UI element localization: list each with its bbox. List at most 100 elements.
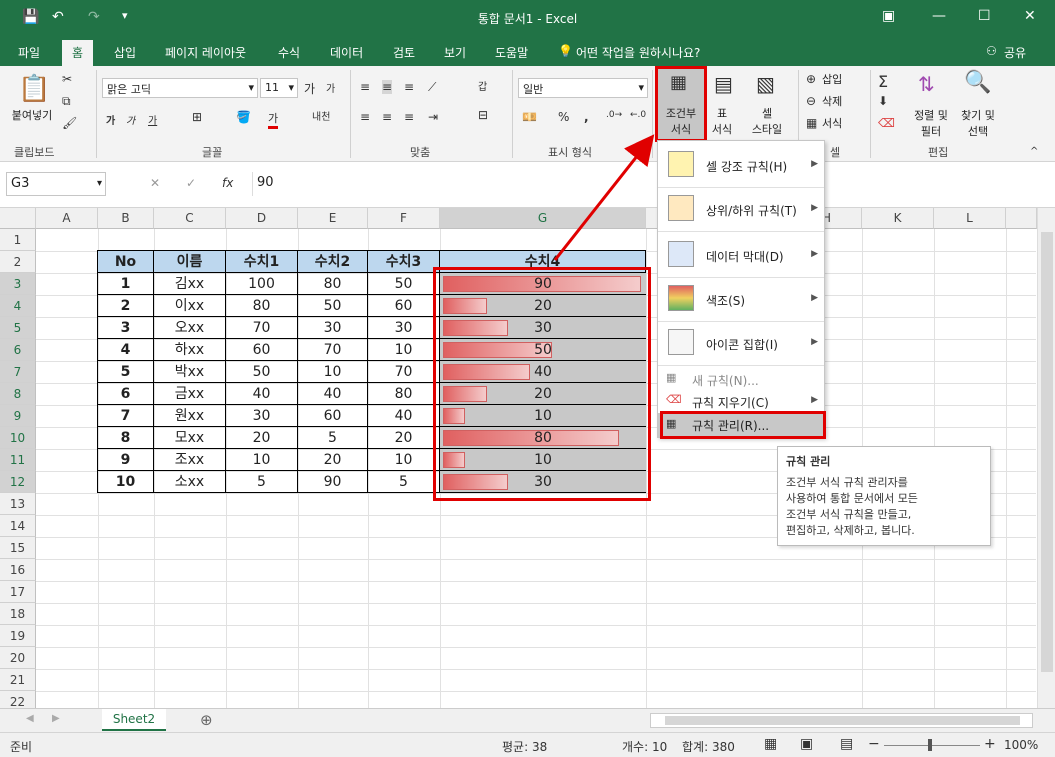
column-header[interactable]: K xyxy=(862,208,934,229)
row-header[interactable]: 17 xyxy=(0,581,36,603)
table-cell[interactable]: 40 xyxy=(225,382,298,405)
tab-review[interactable]: 검토 xyxy=(393,44,415,61)
column-header[interactable]: E xyxy=(298,208,368,229)
format-painter-icon[interactable]: 🖌 xyxy=(62,116,77,130)
delete-cells-button[interactable]: 삭제 xyxy=(822,94,842,109)
column-header[interactable] xyxy=(1006,208,1037,229)
page-break-view-icon[interactable]: ▤ xyxy=(840,736,853,752)
row-header[interactable]: 14 xyxy=(0,515,36,537)
tab-view[interactable]: 보기 xyxy=(444,44,466,61)
table-header-cell[interactable]: No xyxy=(97,250,154,273)
table-cell[interactable]: 50 xyxy=(367,272,440,295)
row-header[interactable]: 21 xyxy=(0,669,36,691)
borders-icon[interactable]: ⊞ xyxy=(192,110,202,124)
table-cell[interactable]: 10 xyxy=(367,448,440,471)
zoom-out-button[interactable]: − xyxy=(868,736,880,752)
table-header-cell[interactable]: 수치3 xyxy=(367,250,440,273)
phonetic-icon[interactable]: 내천 xyxy=(312,108,330,123)
table-header-cell[interactable]: 수치2 xyxy=(297,250,368,273)
paste-icon[interactable]: 📋 xyxy=(18,74,50,104)
row-header[interactable]: 7 xyxy=(0,361,36,383)
row-header[interactable]: 15 xyxy=(0,537,36,559)
delete-cells-icon[interactable]: ⊖ xyxy=(806,94,816,108)
table-cell[interactable]: 40 xyxy=(367,404,440,427)
column-header[interactable]: L xyxy=(934,208,1006,229)
row-header[interactable]: 19 xyxy=(0,625,36,647)
page-layout-view-icon[interactable]: ▣ xyxy=(800,736,813,752)
fill-color-icon[interactable]: 🪣 xyxy=(236,110,251,124)
align-right-icon[interactable]: ≡ xyxy=(404,110,414,124)
table-cell[interactable]: 1 xyxy=(97,272,154,295)
tab-formulas[interactable]: 수식 xyxy=(278,44,300,61)
table-cell[interactable]: 박xx xyxy=(153,360,226,383)
column-header[interactable]: A xyxy=(36,208,98,229)
ribbon-display-icon[interactable]: ▣ xyxy=(882,8,895,24)
table-cell[interactable]: 20 xyxy=(297,448,368,471)
cell-styles-icon[interactable]: ▧ xyxy=(756,72,775,96)
name-box[interactable]: G3 ▾ xyxy=(6,172,106,196)
clear-icon[interactable]: ⌫ xyxy=(878,116,895,130)
decrease-decimal-icon[interactable]: ←.0 xyxy=(630,110,646,120)
font-color-button[interactable]: 가 xyxy=(268,110,279,129)
align-top-icon[interactable]: ≡ xyxy=(360,80,370,94)
row-header[interactable]: 22 xyxy=(0,691,36,708)
tell-me-box[interactable]: 어떤 작업을 원하시나요? xyxy=(576,44,700,61)
tab-help[interactable]: 도움말 xyxy=(495,44,528,61)
row-header[interactable]: 13 xyxy=(0,493,36,515)
row-header[interactable]: 12 xyxy=(0,471,36,493)
fill-icon[interactable]: ⬇ xyxy=(878,94,888,108)
sort-filter-icon[interactable]: ⇅ xyxy=(918,72,935,96)
table-cell[interactable]: 40 xyxy=(297,382,368,405)
maximize-icon[interactable]: ☐ xyxy=(978,8,991,24)
cancel-icon[interactable]: ✕ xyxy=(150,176,160,190)
table-cell[interactable]: 10 xyxy=(297,360,368,383)
zoom-slider[interactable] xyxy=(884,745,980,746)
table-cell[interactable]: 오xx xyxy=(153,316,226,339)
horizontal-scroll-thumb[interactable] xyxy=(665,716,1020,725)
vertical-scroll-thumb[interactable] xyxy=(1041,232,1053,672)
minimize-icon[interactable]: — xyxy=(932,8,946,24)
table-cell[interactable]: 6 xyxy=(97,382,154,405)
scroll-left-icon[interactable]: ◀ xyxy=(26,713,34,724)
table-cell[interactable]: 5 xyxy=(367,470,440,493)
share-button[interactable]: 공유 xyxy=(1004,44,1026,61)
table-cell[interactable]: 80 xyxy=(297,272,368,295)
bold-button[interactable]: 가 xyxy=(106,112,115,127)
column-header[interactable]: G xyxy=(440,208,646,229)
select-all-corner[interactable] xyxy=(0,208,36,229)
merge-icon[interactable]: ⊟ xyxy=(478,108,488,122)
add-sheet-button[interactable]: ⊕ xyxy=(200,711,213,729)
table-cell[interactable]: 30 xyxy=(367,316,440,339)
table-cell[interactable]: 90 xyxy=(297,470,368,493)
align-center-icon[interactable]: ≡ xyxy=(382,110,392,124)
row-header[interactable]: 11 xyxy=(0,449,36,471)
zoom-slider-thumb[interactable] xyxy=(928,739,932,751)
row-header[interactable]: 9 xyxy=(0,405,36,427)
table-cell[interactable]: 원xx xyxy=(153,404,226,427)
comma-button[interactable]: , xyxy=(584,110,589,124)
copy-icon[interactable]: ⧉ xyxy=(62,94,71,109)
table-cell[interactable]: 10 xyxy=(367,338,440,361)
scroll-right-icon[interactable]: ▶ xyxy=(52,713,60,724)
menu-item-new-rule[interactable]: ▦ 새 규칙(N)... xyxy=(658,369,824,391)
paste-button[interactable]: 붙여넣기 xyxy=(6,108,58,123)
autosum-icon[interactable]: Σ xyxy=(878,72,888,91)
row-header[interactable]: 20 xyxy=(0,647,36,669)
row-header[interactable]: 3 xyxy=(0,273,36,295)
cell-styles-label-2[interactable]: 스타일 xyxy=(742,122,792,137)
row-header[interactable]: 18 xyxy=(0,603,36,625)
table-cell[interactable]: 김xx xyxy=(153,272,226,295)
table-cell[interactable]: 5 xyxy=(225,470,298,493)
format-cells-button[interactable]: 서식 xyxy=(822,116,842,131)
orientation-icon[interactable]: ⟋ xyxy=(428,80,436,95)
align-bottom-icon[interactable]: ≡ xyxy=(404,80,414,94)
find-select-label-2[interactable]: 선택 xyxy=(954,124,1002,139)
table-cell[interactable]: 20 xyxy=(367,426,440,449)
table-cell[interactable]: 조xx xyxy=(153,448,226,471)
table-cell[interactable]: 50 xyxy=(225,360,298,383)
tab-home[interactable]: 홈 xyxy=(62,40,94,66)
underline-button[interactable]: 가 xyxy=(148,112,157,127)
align-left-icon[interactable]: ≡ xyxy=(360,110,370,124)
collapse-ribbon-icon[interactable]: ^ xyxy=(1030,146,1038,157)
table-cell[interactable]: 80 xyxy=(367,382,440,405)
